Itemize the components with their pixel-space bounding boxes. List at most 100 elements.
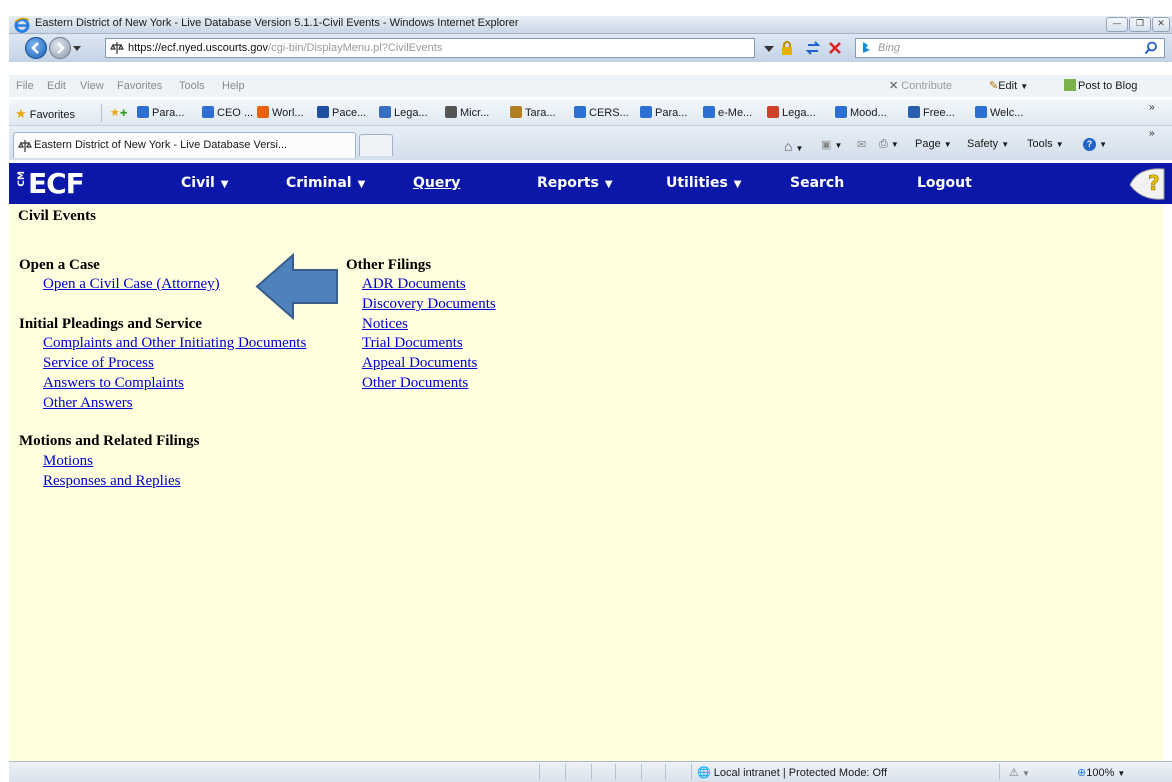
fav-link-label: Welc...	[990, 107, 1024, 119]
status-divider	[565, 764, 566, 780]
fav-link-5[interactable]: Lega...	[379, 106, 428, 119]
security-zone-status[interactable]: 🌐 Local intranet | Protected Mode: Off	[697, 766, 887, 779]
fav-link-13[interactable]: Free...	[908, 106, 955, 119]
safety-menu-button[interactable]: Safety ▼	[967, 138, 1009, 150]
add-favorite-icon[interactable]: ★✚	[110, 106, 127, 119]
close-window-button[interactable]: ✕	[1152, 17, 1170, 32]
maximize-button[interactable]: ❐	[1129, 17, 1151, 32]
favorites-button[interactable]: ★ Favorites	[15, 106, 75, 122]
menu-view[interactable]: View	[80, 80, 104, 92]
fav-link-2[interactable]: CEO ...	[202, 106, 253, 119]
fav-link-12[interactable]: Mood...	[835, 106, 887, 119]
link-responses-and-replies[interactable]: Responses and Replies	[43, 473, 180, 490]
fav-link-7[interactable]: Tara...	[510, 106, 556, 119]
menu-help[interactable]: Help	[222, 80, 245, 92]
search-box[interactable]: Bing	[855, 38, 1165, 58]
fav-link-10[interactable]: e-Me...	[703, 106, 752, 119]
help-icon[interactable]: ?	[1128, 165, 1166, 201]
contribute-button[interactable]: ✕ Contribute	[889, 79, 952, 92]
feeds-button[interactable]: ▣ ▼	[821, 138, 842, 151]
fav-link-label: Free...	[923, 107, 955, 119]
zoom-button[interactable]: ⊕100% ▼	[1077, 766, 1125, 779]
link-notices[interactable]: Notices	[362, 316, 408, 333]
link-complaints[interactable]: Complaints and Other Initiating Document…	[43, 335, 306, 352]
history-dropdown-icon[interactable]	[73, 44, 81, 52]
protected-mode-button[interactable]: ⚠ ▼	[1009, 766, 1030, 779]
home-button[interactable]: ⌂ ▼	[784, 138, 803, 154]
menu-tools[interactable]: Tools	[179, 80, 205, 92]
forward-button[interactable]	[49, 37, 71, 59]
back-button[interactable]	[25, 37, 47, 59]
nav-criminal-label: Criminal	[286, 175, 352, 191]
menu-edit[interactable]: Edit	[47, 80, 66, 92]
stop-icon[interactable]	[827, 40, 843, 56]
nav-criminal[interactable]: Criminal ▼	[286, 175, 365, 191]
print-icon: ⎙	[879, 138, 888, 150]
fav-link-9[interactable]: Para...	[640, 106, 687, 119]
link-discovery-documents[interactable]: Discovery Documents	[362, 296, 496, 313]
chevron-down-icon: ▼	[604, 179, 613, 190]
print-button[interactable]: ⎙ ▼	[879, 138, 899, 151]
tab-title: Eastern District of New York - Live Data…	[34, 139, 288, 151]
page-menu-button[interactable]: Page ▼	[915, 138, 952, 150]
link-other-documents[interactable]: Other Documents	[362, 375, 468, 392]
refresh-icon[interactable]	[805, 40, 821, 56]
nav-utilities[interactable]: Utilities ▼	[666, 175, 741, 191]
post-to-blog-button[interactable]: Post to Blog	[1064, 79, 1137, 92]
lock-icon[interactable]	[779, 40, 795, 56]
fav-link-14[interactable]: Welc...	[975, 106, 1023, 119]
fav-link-3[interactable]: Worl...	[257, 106, 304, 119]
nav-logout[interactable]: Logout	[917, 175, 972, 191]
right-margin	[1163, 204, 1172, 761]
search-placeholder: Bing	[878, 42, 901, 54]
link-service-of-process[interactable]: Service of Process	[43, 355, 154, 372]
site-icon	[317, 106, 329, 118]
ie-page-icon	[202, 106, 214, 118]
favorites-overflow-icon[interactable]: »	[1149, 102, 1155, 113]
fav-link-4[interactable]: Pace...	[317, 106, 366, 119]
link-trial-documents[interactable]: Trial Documents	[362, 335, 463, 352]
fav-link-label: Para...	[152, 107, 185, 119]
link-answers-to-complaints[interactable]: Answers to Complaints	[43, 375, 184, 392]
pencil-icon: ✎	[989, 80, 999, 92]
nav-query[interactable]: Query	[413, 175, 460, 191]
left-margin	[0, 0, 9, 782]
link-motions[interactable]: Motions	[43, 453, 93, 470]
address-dropdown-icon[interactable]	[761, 40, 777, 56]
link-open-civil-case-attorney[interactable]: Open a Civil Case (Attorney)	[43, 276, 220, 293]
link-other-answers[interactable]: Other Answers	[43, 395, 133, 412]
menu-favorites[interactable]: Favorites	[117, 80, 162, 92]
chevron-down-icon: ▼	[220, 179, 229, 190]
link-adr-documents[interactable]: ADR Documents	[362, 276, 466, 293]
blog-icon	[1064, 79, 1076, 91]
search-icon[interactable]	[1144, 41, 1158, 55]
new-tab-button[interactable]	[359, 134, 393, 156]
tools-menu-button[interactable]: Tools ▼	[1027, 138, 1064, 150]
address-bar[interactable]: https://ecf.nyed.uscourts.gov/cgi-bin/Di…	[105, 38, 755, 58]
feeds-icon: ▣	[821, 139, 832, 151]
link-appeal-documents[interactable]: Appeal Documents	[362, 355, 477, 372]
arrow-right-icon	[57, 42, 65, 54]
mail-button[interactable]: ✉	[857, 138, 866, 151]
fav-link-label: Para...	[655, 107, 688, 119]
menu-file[interactable]: File	[16, 80, 34, 92]
site-icon	[908, 106, 920, 118]
site-icon	[445, 106, 457, 118]
tab-current[interactable]: Eastern District of New York - Live Data…	[13, 132, 356, 158]
fav-link-1[interactable]: Para...	[137, 106, 184, 119]
fav-link-8[interactable]: CERS...	[574, 106, 629, 119]
edit-blog-button[interactable]: ✎Edit ▼	[989, 79, 1028, 92]
ie-page-icon	[703, 106, 715, 118]
commandbar-overflow-icon[interactable]: »	[1149, 128, 1155, 139]
fav-link-11[interactable]: Lega...	[767, 106, 816, 119]
help-circle-icon: ?	[1083, 138, 1096, 151]
tab-bar: Eastern District of New York - Live Data…	[9, 126, 1172, 160]
fav-link-6[interactable]: Micr...	[445, 106, 489, 119]
help-menu-button[interactable]: ? ▼	[1083, 138, 1107, 151]
nav-search[interactable]: Search	[790, 175, 844, 191]
nav-civil[interactable]: Civil ▼	[181, 175, 229, 191]
court-favicon-icon	[18, 140, 32, 152]
minimize-button[interactable]: —	[1106, 17, 1128, 32]
ie-page-icon	[975, 106, 987, 118]
nav-reports[interactable]: Reports ▼	[537, 175, 613, 191]
